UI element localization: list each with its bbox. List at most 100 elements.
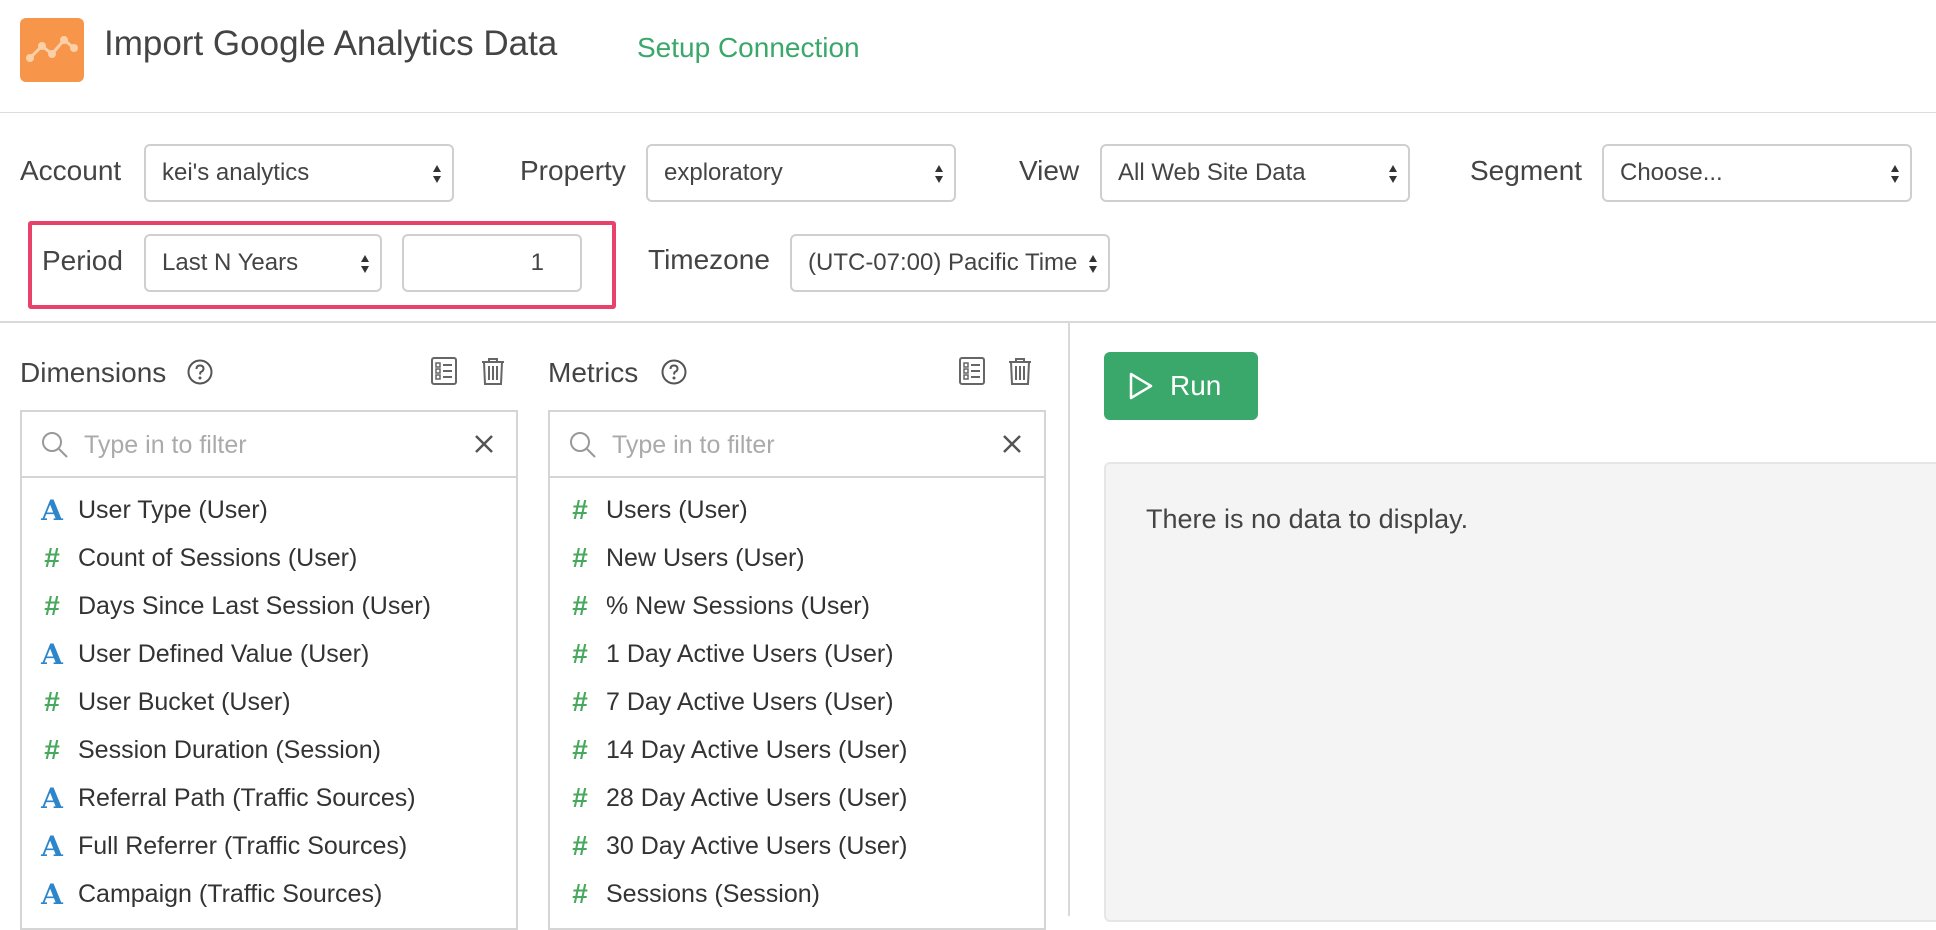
list-item[interactable]: A User Defined Value (User) [22,632,516,680]
help-icon[interactable] [187,359,213,385]
view-select-value: All Web Site Data [1118,159,1306,186]
property-select-value: exploratory [664,159,783,186]
list-item-label: % New Sessions (User) [606,592,870,620]
page-title: Import Google Analytics Data [104,24,558,63]
dimensions-filter-input[interactable] [82,422,426,468]
search-icon [42,432,68,458]
list-item[interactable]: # User Bucket (User) [22,680,516,728]
numeric-type-icon: # [44,542,60,573]
select-arrows-icon [433,165,441,183]
search-icon [570,432,596,458]
list-item-label: 28 Day Active Users (User) [606,784,908,812]
period-select[interactable]: Last N Years [144,234,382,292]
list-item-label: User Defined Value (User) [78,640,370,668]
section-divider [0,321,1936,323]
dimensions-panel: A User Type (User) # Count of Sessions (Use… [20,410,518,930]
account-select[interactable]: kei's analytics [144,144,454,202]
segment-select[interactable]: Choose... [1602,144,1912,202]
timezone-select-value: (UTC-07:00) Pacific Time [808,249,1078,276]
list-item[interactable]: # Users (User) [550,488,1044,536]
metrics-panel: # Users (User) # New Users (User) # % New Ses… [548,410,1046,930]
list-item-label: 14 Day Active Users (User) [606,736,908,764]
numeric-type-icon: # [572,542,588,573]
list-item[interactable]: A Full Referrer (Traffic Sources) [22,824,516,872]
result-area: There is no data to display. [1104,462,1936,922]
list-item[interactable]: A User Type (User) [22,488,516,536]
select-arrows-icon [1389,165,1397,183]
account-label: Account [20,155,122,186]
list-item-label: 7 Day Active Users (User) [606,688,894,716]
text-type-icon: A [41,638,63,671]
trash-icon[interactable] [479,356,507,386]
list-item[interactable]: A Campaign (Traffic Sources) [22,872,516,920]
list-item[interactable]: # Sessions (Session) [550,872,1044,920]
numeric-type-icon: # [572,830,588,861]
list-item-label: Count of Sessions (User) [78,544,358,572]
account-select-value: kei's analytics [162,159,310,186]
list-item[interactable]: # % New Sessions (User) [550,584,1044,632]
list-item[interactable]: # Days Since Last Session (User) [22,584,516,632]
numeric-type-icon: # [572,878,588,909]
text-type-icon: A [41,878,63,911]
list-item[interactable]: #14 Day Active Users (User) [550,728,1044,776]
run-button-label: Run [1170,370,1222,401]
header-divider [0,112,1936,113]
period-n-input[interactable]: 1 [402,234,582,292]
list-item[interactable]: # Session Duration (Session) [22,728,516,776]
dimensions-title: Dimensions [20,357,167,388]
help-icon[interactable] [661,359,687,385]
close-icon[interactable] [472,432,496,456]
timezone-select[interactable]: (UTC-07:00) Pacific Time [790,234,1110,292]
list-item[interactable]: A Referral Path (Traffic Sources) [22,776,516,824]
list-item-label: User Bucket (User) [78,688,291,716]
close-icon[interactable] [1000,432,1024,456]
list-item[interactable]: #7 Day Active Users (User) [550,680,1044,728]
timezone-label: Timezone [648,244,770,275]
view-select[interactable]: All Web Site Data [1100,144,1410,202]
numeric-type-icon: # [44,734,60,765]
period-select-value: Last N Years [162,249,299,276]
list-item[interactable]: #1 Day Active Users (User) [550,632,1044,680]
play-icon [1129,372,1153,400]
list-item[interactable]: #28 Day Active Users (User) [550,776,1044,824]
segment-select-value: Choose... [1620,159,1723,186]
numeric-type-icon: # [44,590,60,621]
text-type-icon: A [41,494,63,527]
numeric-type-icon: # [572,782,588,813]
list-item-label: Days Since Last Session (User) [78,592,431,620]
select-arrows-icon [935,165,943,183]
select-list-icon[interactable] [430,356,458,386]
list-item-label: Sessions (Session) [606,880,820,908]
list-item-label: Session Duration (Session) [78,736,381,764]
list-item-label: 1 Day Active Users (User) [606,640,894,668]
view-label: View [1019,155,1080,186]
text-type-icon: A [41,830,63,863]
select-list-icon[interactable] [958,356,986,386]
metrics-title: Metrics [548,357,639,388]
numeric-type-icon: # [572,638,588,669]
numeric-type-icon: # [572,590,588,621]
text-type-icon: A [41,782,63,815]
list-item[interactable]: #30 Day Active Users (User) [550,824,1044,872]
dimensions-filter [22,412,516,478]
property-select[interactable]: exploratory [646,144,956,202]
run-button[interactable]: Run [1104,352,1258,420]
list-item-label: New Users (User) [606,544,805,572]
list-item-label: Full Referrer (Traffic Sources) [78,832,408,860]
numeric-type-icon: # [572,494,588,525]
setup-connection-link[interactable]: Setup Connection [637,32,860,64]
period-label: Period [42,245,123,276]
metrics-filter-input[interactable] [610,422,954,468]
empty-message: There is no data to display. [1146,504,1469,534]
list-item[interactable]: # New Users (User) [550,536,1044,584]
list-item-label: User Type (User) [78,496,268,524]
select-arrows-icon [361,255,369,273]
trash-icon[interactable] [1006,356,1034,386]
list-item[interactable]: # Count of Sessions (User) [22,536,516,584]
segment-label: Segment [1470,155,1583,186]
property-label: Property [520,155,626,186]
list-item-label: Campaign (Traffic Sources) [78,880,383,908]
app-logo [20,18,84,82]
select-arrows-icon [1089,255,1097,273]
list-item-label: Users (User) [606,496,748,524]
